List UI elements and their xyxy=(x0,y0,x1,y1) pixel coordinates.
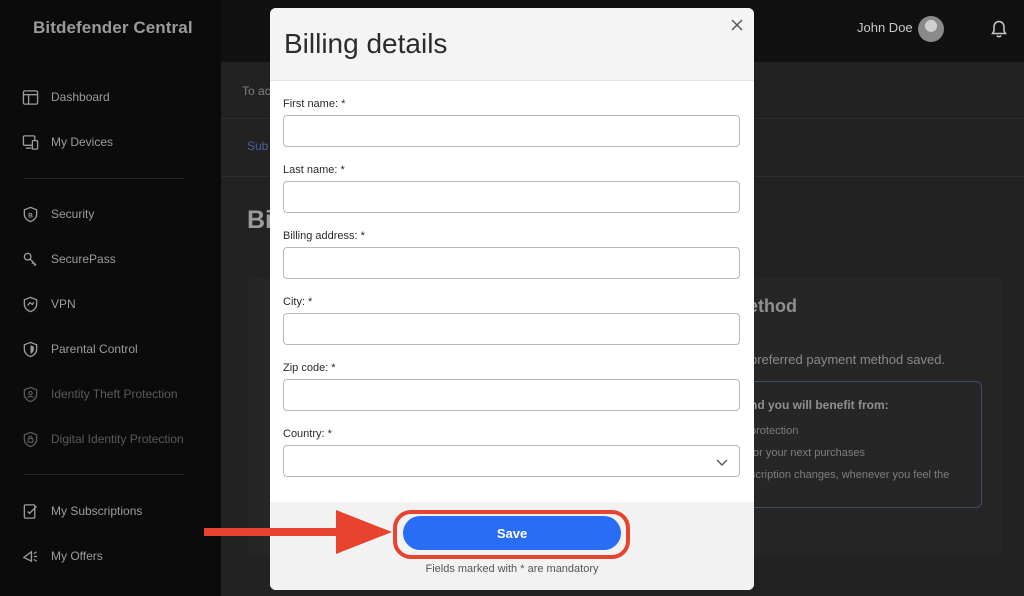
sidebar-item-dashboard[interactable]: Dashboard xyxy=(22,86,110,108)
sidebar-item-label: Identity Theft Protection xyxy=(51,387,178,401)
avatar-icon[interactable] xyxy=(918,16,944,42)
city-field[interactable] xyxy=(283,313,740,345)
devices-icon xyxy=(22,134,39,150)
sidebar-item-label: Dashboard xyxy=(51,90,110,104)
zip-code-field[interactable] xyxy=(283,379,740,411)
modal-title: Billing details xyxy=(284,28,448,59)
dashboard-icon xyxy=(22,89,39,105)
offers-icon xyxy=(22,549,38,562)
sidebar-item-label: My Subscriptions xyxy=(51,504,143,518)
first-name-field[interactable] xyxy=(283,115,740,147)
sidebar-item-label: Digital Identity Protection xyxy=(51,432,184,446)
billing-address-field[interactable] xyxy=(283,247,740,279)
modal-header: Billing details xyxy=(270,8,754,81)
sidebar-item-label: Parental Control xyxy=(51,342,138,356)
sidebar-item-parental-control[interactable]: Parental Control xyxy=(22,338,138,360)
sidebar-item-label: My Offers xyxy=(51,549,103,563)
last-name-label: Last name: * xyxy=(283,164,345,176)
breadcrumb-link[interactable]: Sub xyxy=(247,139,268,153)
sidebar-item-my-offers[interactable]: My Offers xyxy=(22,545,103,567)
zip-code-label: Zip code: * xyxy=(283,362,336,374)
sidebar-item-label: My Devices xyxy=(51,135,114,149)
country-label: Country: * xyxy=(283,428,332,440)
close-icon[interactable] xyxy=(729,17,745,33)
mandatory-note: Fields marked with * are mandatory xyxy=(425,563,599,575)
sidebar-item-securepass[interactable]: SecurePass xyxy=(22,248,116,270)
sidebar-item-label: Security xyxy=(51,207,95,221)
benefits-title: nd you will benefit from: xyxy=(750,398,889,412)
chevron-down-icon xyxy=(716,459,728,466)
key-icon xyxy=(23,252,37,266)
benefit-item: for your next purchases xyxy=(750,447,865,459)
sidebar-item-digital-identity-protection[interactable]: Digital Identity Protection xyxy=(22,428,184,450)
sidebar-item-my-subscriptions[interactable]: My Subscriptions xyxy=(22,500,142,522)
bell-icon[interactable] xyxy=(989,19,1009,39)
shield-b-icon: B xyxy=(23,206,38,222)
save-button[interactable]: Save xyxy=(403,516,621,550)
sidebar: Bitdefender Central Dashboard My Devices… xyxy=(0,0,221,596)
brand-logo: Bitdefender Central xyxy=(33,18,193,37)
user-name[interactable]: John Doe xyxy=(857,20,913,35)
sidebar-item-vpn[interactable]: VPN xyxy=(22,293,76,315)
billing-details-modal: Billing details First name: * Last name:… xyxy=(270,8,754,590)
city-label: City: * xyxy=(283,296,313,308)
country-select[interactable] xyxy=(283,445,740,477)
sidebar-item-security[interactable]: B Security xyxy=(22,203,94,225)
annotation-arrow-icon xyxy=(204,510,392,554)
identity-shield-icon xyxy=(23,386,38,402)
parental-shield-icon xyxy=(23,341,38,357)
sidebar-divider xyxy=(24,474,184,475)
sidebar-item-label: VPN xyxy=(51,297,76,311)
digital-identity-icon xyxy=(23,431,38,447)
benefit-item: protection xyxy=(750,425,799,437)
payment-method-text: preferred payment method saved. xyxy=(750,352,946,367)
benefit-item: scription changes, whenever you feel the xyxy=(750,469,950,481)
last-name-field[interactable] xyxy=(283,181,740,213)
sidebar-item-label: SecurePass xyxy=(51,252,116,266)
vpn-shield-icon xyxy=(23,296,38,312)
billing-address-label: Billing address: * xyxy=(283,230,365,242)
sidebar-item-my-devices[interactable]: My Devices xyxy=(22,131,113,153)
page-title: Bi xyxy=(247,206,272,234)
subscriptions-icon xyxy=(23,503,38,519)
payment-method-title: ethod xyxy=(748,296,797,316)
notice-text: To ac xyxy=(242,84,271,98)
svg-text:B: B xyxy=(28,212,33,219)
first-name-label: First name: * xyxy=(283,98,346,110)
sidebar-divider xyxy=(24,178,184,179)
sidebar-item-identity-theft-protection[interactable]: Identity Theft Protection xyxy=(22,383,178,405)
